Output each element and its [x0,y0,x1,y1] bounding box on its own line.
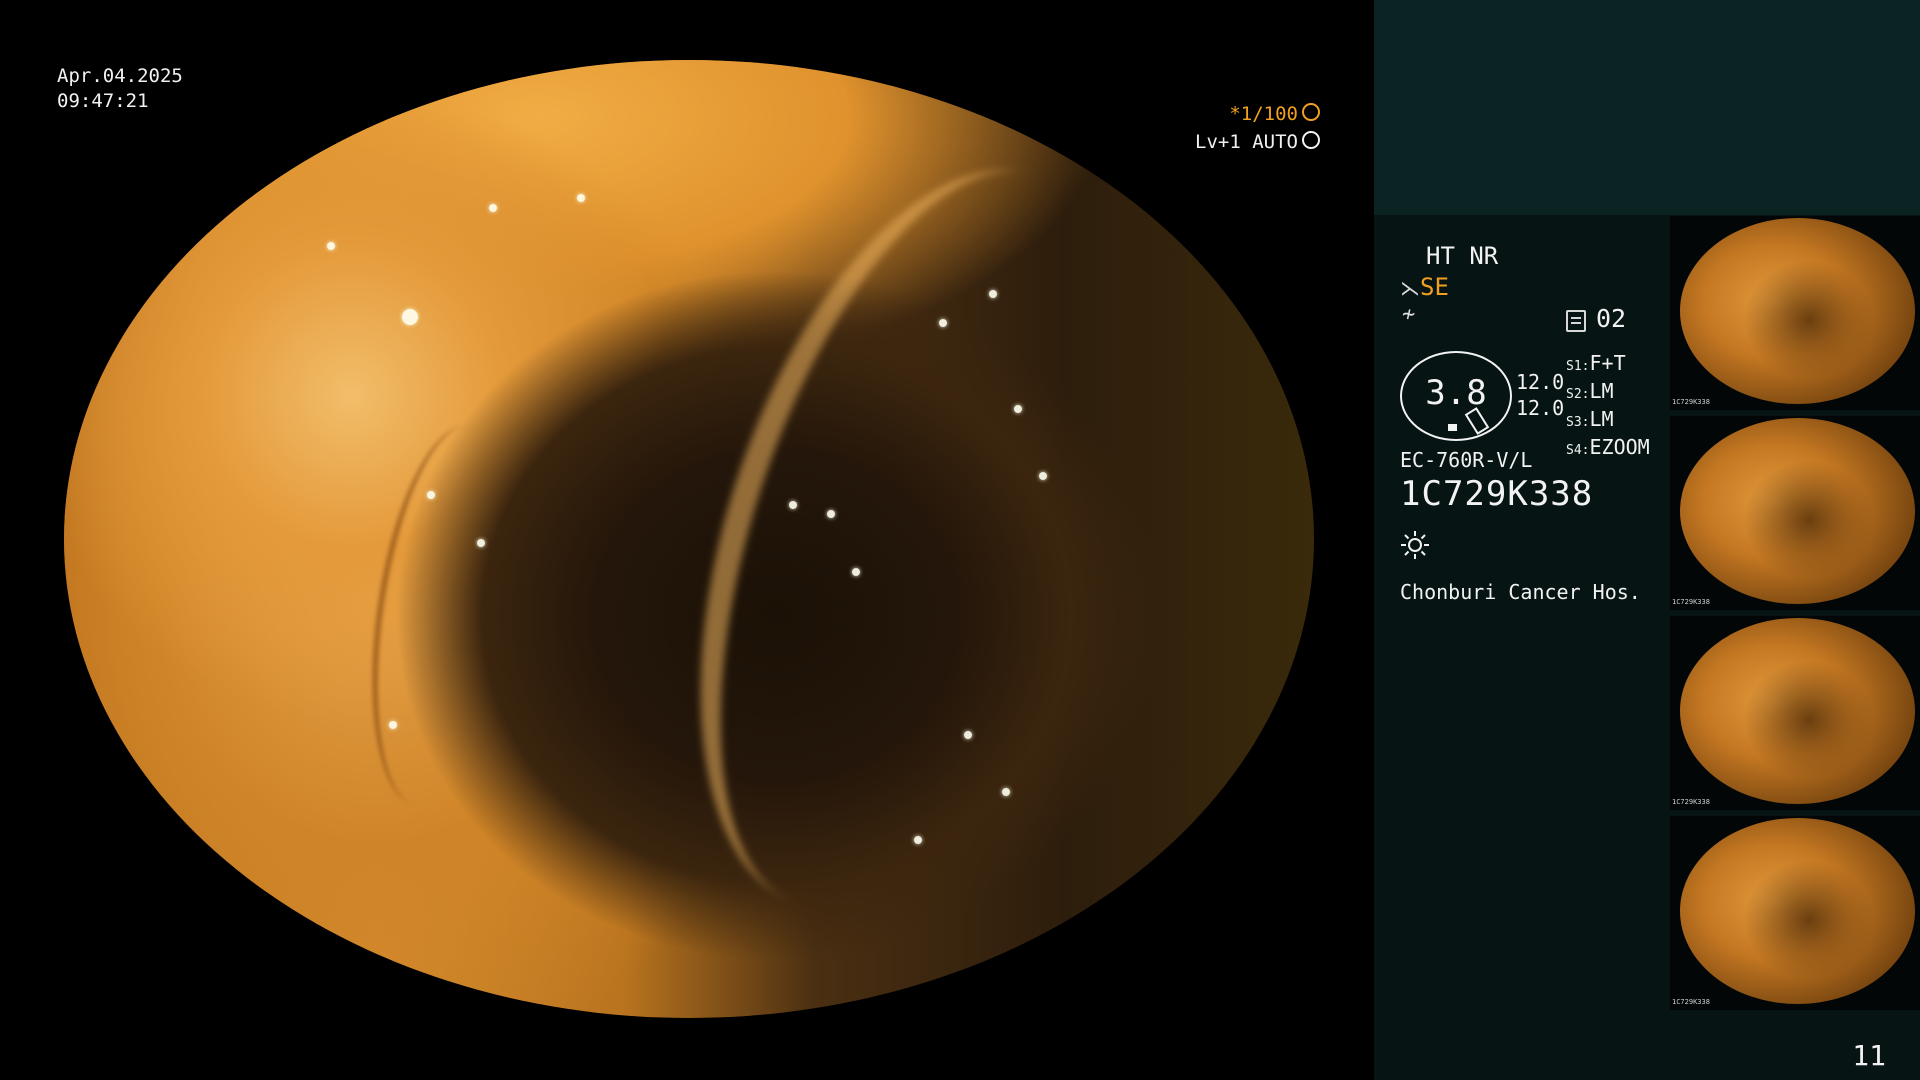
specular-highlight [914,835,922,844]
thumbnail[interactable]: 1C729K338 [1670,816,1920,1010]
exposure-info: *1/100 Lv+1 AUTO [1195,100,1320,156]
specular-highlight [1001,788,1010,797]
gauge-mark [1448,424,1457,431]
enhancement-row: ⋋SE [1400,273,1449,301]
shutter-speed: *1/100 [1195,100,1320,128]
noise-reduction-label: HT NR [1426,242,1499,270]
thumbnail-image [1680,818,1915,1004]
magnification-gauge: 3.8 [1400,351,1512,441]
thumbnail[interactable]: 1C729K338 [1670,216,1920,410]
gauge-value: 3.8 [1425,373,1487,413]
level-label: Lv+1 AUTO [1195,131,1298,153]
specular-highlight [576,194,585,203]
gauge-upper: 12.0 [1516,370,1565,394]
specular-highlight [964,730,972,739]
thumbnail-image [1680,418,1915,604]
specular-highlight [489,203,497,212]
time-label: 09:47:21 [57,90,149,112]
thumbnail-serial: 1C729K338 [1672,798,1710,806]
captured-thumbnails: 1C729K338 1C729K338 1C729K338 1C729K338 [1670,216,1920,1016]
switch-assignments: S1:F+T S2:LM S3:LM S4:EZOOM [1566,351,1650,463]
specular-highlight [1014,404,1022,413]
specular-highlight [939,318,947,327]
specular-highlight [826,510,835,519]
endoscopy-screen: Apr.04.2025 09:47:21 *1/100 Lv+1 AUTO HT… [0,0,1920,1080]
scissors-icon: ⋋ [1400,276,1420,300]
zigzag-icon: ≁ [1402,302,1416,327]
colon-image [64,60,1314,1018]
panel-header [1374,0,1920,215]
gauge-lower: 12.0 [1516,396,1565,420]
scope-model: EC-760R-V/L [1400,448,1533,472]
shutter-label: *1/100 [1229,103,1298,125]
thumbnail-serial: 1C729K338 [1672,598,1710,606]
thumbnail[interactable]: 1C729K338 [1670,616,1920,810]
date-label: Apr.04.2025 [57,65,183,87]
thumbnail[interactable]: 1C729K338 [1670,416,1920,610]
hospital-name: Chonburi Cancer Hos. [1400,580,1641,604]
sun-icon [1401,531,1429,559]
specular-highlight [401,309,418,326]
specular-highlight [1039,471,1047,480]
specular-highlight [989,289,997,298]
switch-row: S2:LM [1566,379,1614,403]
specular-highlight [476,539,485,547]
iris-icon [1302,131,1320,149]
document-icon [1566,310,1586,332]
switch-row: S1:F+T [1566,351,1626,375]
thumbnail-serial: 1C729K338 [1672,398,1710,406]
page-number: 11 [1852,1039,1886,1072]
specular-highlight [426,491,435,500]
thumbnail-serial: 1C729K338 [1672,998,1710,1006]
enhancement-label: SE [1420,273,1449,301]
gauge-range: 12.0 12.0 [1516,369,1564,421]
switch-row: S3:LM [1566,407,1614,431]
mode-number: 02 [1596,304,1627,333]
thumbnail-image [1680,218,1915,404]
date-time: Apr.04.2025 09:47:21 [57,64,183,114]
thumbnail-image [1680,618,1915,804]
endoscope-view [64,60,1314,1018]
switch-row: S4:EZOOM [1566,435,1650,459]
aperture-icon [1302,103,1320,121]
specular-highlight [389,721,397,730]
brightness-level: Lv+1 AUTO [1195,128,1320,156]
specular-highlight [326,242,335,251]
specular-highlight [789,500,797,509]
specular-highlight [851,567,860,576]
scope-serial: 1C729K338 [1400,474,1594,514]
